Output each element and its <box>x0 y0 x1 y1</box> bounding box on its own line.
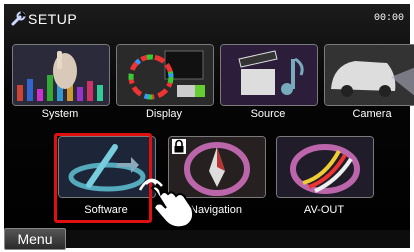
lock-icon <box>172 139 186 154</box>
camera-label: Camera <box>352 108 392 120</box>
av-out-icon <box>277 137 373 197</box>
display-tile[interactable] <box>116 44 214 106</box>
page-title: SETUP <box>28 11 78 27</box>
av-out-label: AV-OUT <box>303 204 345 216</box>
av-out-tile[interactable] <box>276 136 374 198</box>
system-label: System <box>41 108 79 120</box>
source-icon <box>221 45 317 105</box>
setup-screen: SETUP 00:00 System Display Source Camera… <box>4 4 414 248</box>
menu-button[interactable]: Menu <box>4 228 66 250</box>
display-icon <box>117 45 213 105</box>
tap-hand-icon <box>138 178 195 229</box>
wrench-icon <box>11 11 26 26</box>
top-bar: SETUP 00:00 <box>4 4 410 32</box>
screenshot-frame: SETUP 00:00 System Display Source Camera… <box>0 0 414 252</box>
camera-icon <box>325 45 414 105</box>
display-label: Display <box>145 108 183 120</box>
clock: 00:00 <box>373 13 404 24</box>
system-tile[interactable] <box>12 44 110 106</box>
source-tile[interactable] <box>220 44 318 106</box>
source-label: Source <box>250 108 286 120</box>
camera-tile[interactable] <box>324 44 414 106</box>
system-icon <box>13 45 109 105</box>
